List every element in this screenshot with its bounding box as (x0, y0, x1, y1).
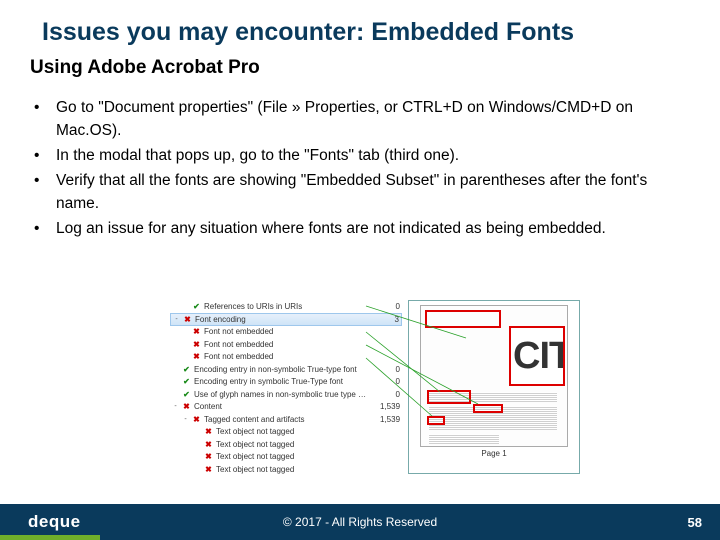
slide-footer: deque © 2017 - All Rights Reserved 58 (0, 504, 720, 540)
error-icon: ✖ (204, 427, 213, 436)
collapse-icon (172, 391, 179, 398)
tree-row-label: References to URIs in URIs (204, 302, 377, 311)
page-thumbnail: CIT (420, 305, 568, 447)
bullet-dot: • (30, 97, 56, 143)
tree-row-label: Font not embedded (204, 327, 377, 336)
footer-accent-bar (0, 535, 100, 540)
tree-row-label: Text object not tagged (216, 452, 377, 461)
tree-row-label: Text object not tagged (216, 440, 377, 449)
checkmark-icon: ✔ (182, 377, 191, 386)
page-label: Page 1 (481, 449, 506, 458)
tree-row-count: 3 (379, 315, 401, 324)
bullet-dot: • (30, 170, 56, 216)
accessibility-tree: ✔References to URIs in URIs0-✖Font encod… (170, 300, 402, 474)
tree-row: ✖Text object not tagged (170, 426, 402, 439)
error-icon: ✖ (192, 352, 201, 361)
collapse-icon (182, 328, 189, 335)
highlight-large-text: CIT (509, 326, 565, 386)
error-icon: ✖ (204, 440, 213, 449)
tree-row-label: Tagged content and artifacts (204, 415, 377, 424)
tree-row-count: 0 (380, 365, 402, 374)
bullet-text: Go to "Document properties" (File » Prop… (56, 97, 690, 143)
tree-row: ✖Font not embedded (170, 338, 402, 351)
tree-row: -✖Content1,539 (170, 401, 402, 414)
error-icon: ✖ (204, 465, 213, 474)
bullet-text: Log an issue for any situation where fon… (56, 218, 690, 241)
highlight-box (425, 310, 501, 328)
error-icon: ✖ (183, 315, 192, 324)
tree-row-label: Font not embedded (204, 340, 377, 349)
tree-row: -✖Tagged content and artifacts1,539 (170, 413, 402, 426)
tree-row-count: 1,539 (380, 402, 402, 411)
checkmark-icon: ✔ (182, 390, 191, 399)
tree-row: ✔Encoding entry in symbolic True-Type fo… (170, 376, 402, 389)
list-item: •Log an issue for any situation where fo… (30, 218, 690, 241)
tree-row-count: 1,539 (380, 415, 402, 424)
tree-row-label: Font encoding (195, 315, 376, 324)
error-icon: ✖ (192, 340, 201, 349)
bullet-dot: • (30, 218, 56, 241)
tree-row-label: Content (194, 402, 377, 411)
tree-row-count: 0 (380, 390, 402, 399)
checkmark-icon: ✔ (192, 302, 201, 311)
error-icon: ✖ (192, 415, 201, 424)
tree-row: ✔References to URIs in URIs0 (170, 300, 402, 313)
collapse-icon (194, 441, 201, 448)
highlight-box (427, 390, 471, 404)
error-icon: ✖ (204, 452, 213, 461)
tree-row: ✖Text object not tagged (170, 463, 402, 476)
bullet-text: Verify that all the fonts are showing "E… (56, 170, 690, 216)
page-preview-pane: CIT Page 1 (408, 300, 580, 474)
collapse-icon (194, 453, 201, 460)
collapse-icon (182, 303, 189, 310)
tree-row: ✔Encoding entry in non-symbolic True-typ… (170, 363, 402, 376)
tree-row: -✖Font encoding3 (170, 313, 402, 326)
collapse-icon (172, 366, 179, 373)
tree-row: ✖Text object not tagged (170, 438, 402, 451)
screenshot-figure: ✔References to URIs in URIs0-✖Font encod… (170, 300, 580, 474)
tree-row: ✖Font not embedded (170, 351, 402, 364)
collapse-icon (172, 378, 179, 385)
tree-row: ✖Text object not tagged (170, 451, 402, 464)
collapse-icon: - (172, 403, 179, 410)
collapse-icon (182, 353, 189, 360)
highlight-box (427, 416, 445, 425)
tree-row: ✖Font not embedded (170, 326, 402, 339)
list-item: •Go to "Document properties" (File » Pro… (30, 97, 690, 143)
collapse-icon (194, 466, 201, 473)
collapse-icon: - (173, 316, 180, 323)
tree-row-label: Font not embedded (204, 352, 377, 361)
list-item: •In the modal that pops up, go to the "F… (30, 145, 690, 168)
page-subtitle: Using Adobe Acrobat Pro (0, 57, 720, 97)
slide-number: 58 (688, 515, 702, 530)
copyright-text: © 2017 - All Rights Reserved (0, 515, 720, 529)
page-title: Issues you may encounter: Embedded Fonts (0, 0, 720, 57)
tree-row-count: 0 (380, 377, 402, 386)
highlight-box (473, 404, 503, 413)
tree-row-label: Encoding entry in symbolic True-Type fon… (194, 377, 377, 386)
error-icon: ✖ (182, 402, 191, 411)
tree-row-label: Text object not tagged (216, 427, 377, 436)
paragraph-line (429, 434, 499, 444)
collapse-icon (182, 341, 189, 348)
tree-row-label: Text object not tagged (216, 465, 377, 474)
collapse-icon: - (182, 416, 189, 423)
bullet-text: In the modal that pops up, go to the "Fo… (56, 145, 690, 168)
error-icon: ✖ (192, 327, 201, 336)
tree-row-label: Encoding entry in non-symbolic True-type… (194, 365, 377, 374)
tree-row-label: Use of glyph names in non-symbolic true … (194, 390, 377, 399)
collapse-icon (194, 428, 201, 435)
tree-row-count: 0 (380, 302, 402, 311)
bullet-dot: • (30, 145, 56, 168)
tree-row: ✔Use of glyph names in non-symbolic true… (170, 388, 402, 401)
bullet-list: •Go to "Document properties" (File » Pro… (0, 97, 720, 241)
list-item: •Verify that all the fonts are showing "… (30, 170, 690, 216)
checkmark-icon: ✔ (182, 365, 191, 374)
